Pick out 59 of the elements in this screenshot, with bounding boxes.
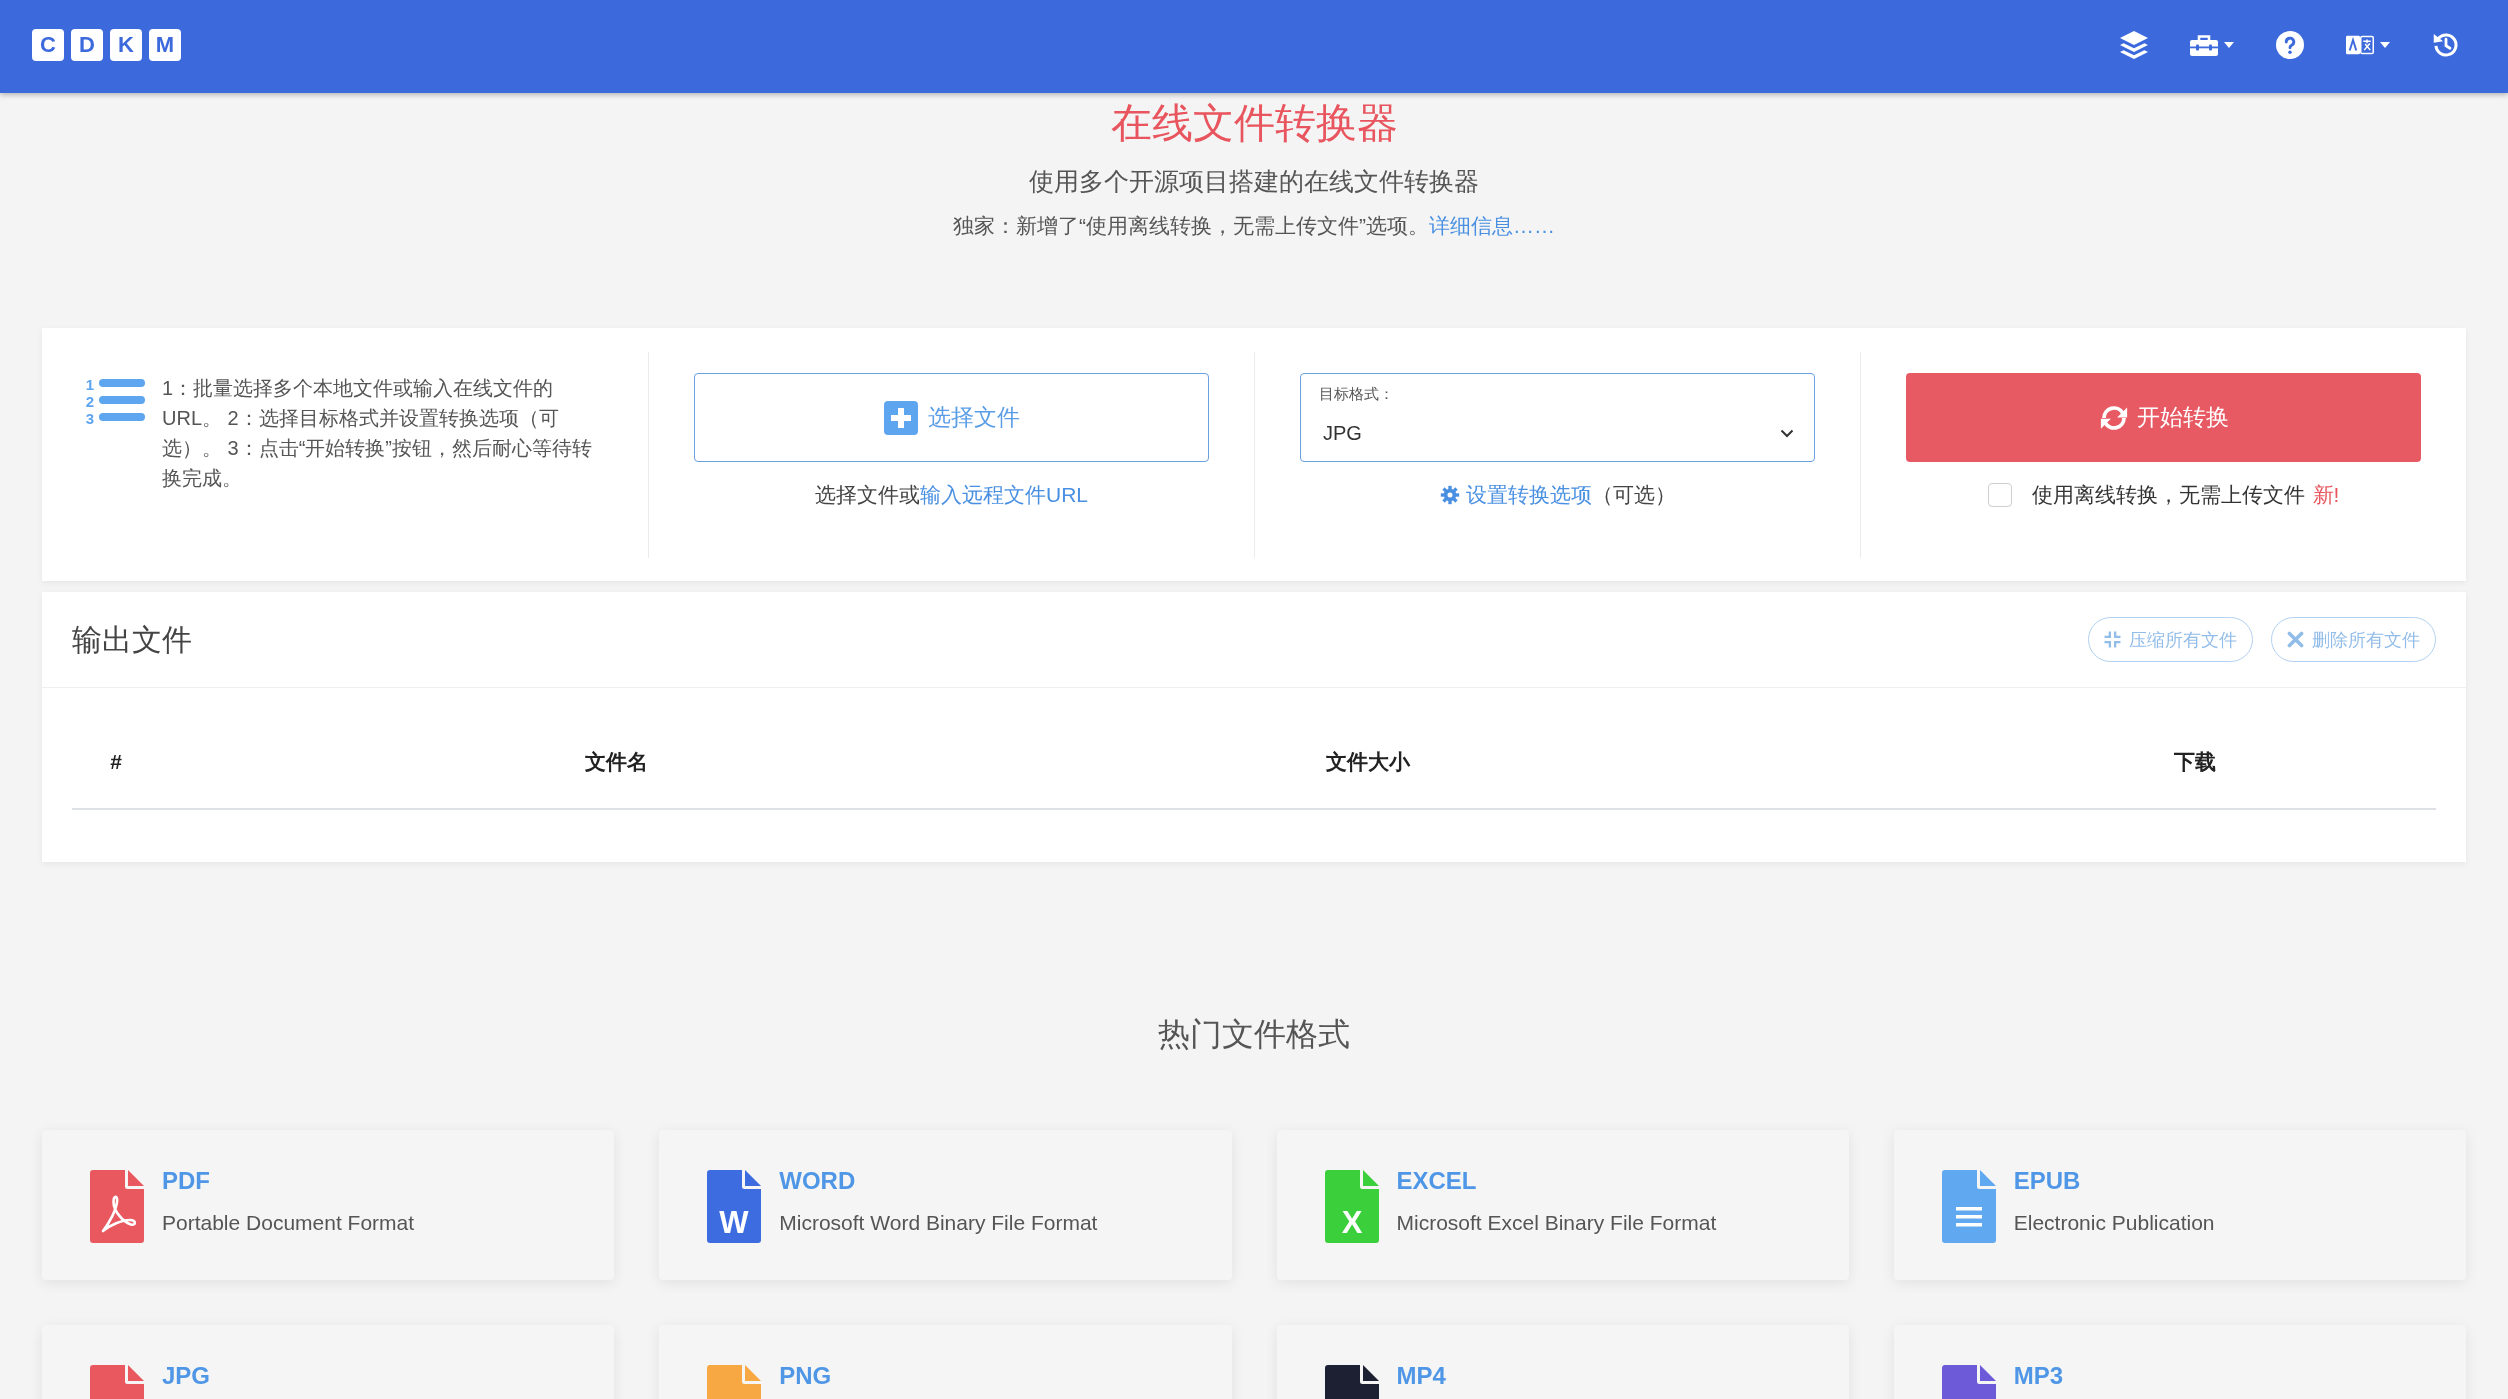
format-card[interactable]: PNG [659, 1325, 1232, 1399]
remote-url-link[interactable]: 输入远程文件URL [920, 483, 1088, 506]
format-name: MP3 [2013, 1361, 2064, 1391]
layers-icon[interactable] [2120, 30, 2148, 59]
column-header: 文件名 [584, 749, 648, 775]
section-title: 热门文件格式 [1158, 1015, 1350, 1054]
logo-letter: C [32, 28, 64, 61]
format-name: WORD [779, 1166, 856, 1196]
language-icon[interactable] [2346, 33, 2374, 56]
format-description: Electronic Publication [2013, 1210, 2215, 1236]
gear-icon [1439, 485, 1460, 505]
file-hint-text: 选择文件或输入远程文件URL [815, 482, 1088, 508]
column-header: 文件大小 [1326, 749, 1410, 775]
caret-icon[interactable] [2380, 41, 2390, 48]
options-link[interactable]: 设置转换选项 [1439, 480, 1592, 510]
format-name: PDF [162, 1166, 210, 1196]
new-label: 新! [2312, 482, 2340, 508]
format-card[interactable]: EPUB Electronic Publication [1893, 1130, 2466, 1280]
plus-icon [883, 400, 918, 435]
compress-icon [2104, 631, 2121, 648]
format-name: PNG [779, 1361, 832, 1391]
column-header: 下载 [2174, 749, 2216, 775]
format-card[interactable]: PDF Portable Document Format [42, 1130, 615, 1280]
page-title: 在线文件转换器 [1110, 99, 1398, 147]
optional-note: （可选） [1591, 482, 1676, 508]
cross-icon [2287, 631, 2304, 648]
logo-letter: M [149, 28, 181, 61]
choose-file-button[interactable]: 选择文件 [694, 373, 1209, 462]
offline-label: 使用离线转换，无需上传文件 [2031, 482, 2305, 508]
format-name: MP4 [1396, 1361, 1446, 1391]
notice-text: 独家：新增了“使用离线转换，无需上传文件”选项。详细信息…… [953, 213, 1555, 239]
word-file-icon: W [707, 1170, 762, 1243]
help-icon[interactable] [2276, 30, 2304, 59]
format-select[interactable]: 目标格式： JPG [1300, 373, 1815, 462]
start-convert-button[interactable]: 开始转换 [1906, 373, 2421, 462]
format-card[interactable]: X EXCEL Microsoft Excel Binary File Format [1276, 1130, 1849, 1280]
format-card[interactable]: MP3 [1893, 1325, 2466, 1399]
steps-text: 1：批量选择多个本地文件或输入在线文件的URL。 2：选择目标格式并设置转换选项（可选）。 3：点击“开始转换”按钮，然后耐心等待转换完成。 [162, 376, 593, 491]
format-description: Portable Document Format [162, 1210, 415, 1236]
logo-letter: K [110, 28, 142, 61]
format-description: Microsoft Word Binary File Format [779, 1210, 1098, 1236]
format-name: EXCEL [1396, 1166, 1477, 1196]
toolbox-icon[interactable] [2190, 33, 2218, 56]
details-link[interactable]: 详细信息…… [1429, 214, 1555, 237]
chevron-icon[interactable] [1780, 428, 1794, 438]
page-subtitle: 使用多个开源项目搭建的在线文件转换器 [1029, 166, 1479, 197]
column-header: # [110, 750, 122, 774]
offline-checkbox[interactable] [1987, 483, 2012, 507]
logo-letter: D [71, 28, 103, 61]
history-icon[interactable] [2432, 30, 2460, 59]
output-title: 输出文件 [72, 621, 192, 658]
excel-file-icon: X [1324, 1170, 1379, 1243]
format-name: JPG [162, 1361, 211, 1391]
format-card[interactable]: JPG [42, 1325, 615, 1399]
format-card[interactable]: MP4 [1276, 1325, 1849, 1399]
format-description: Microsoft Excel Binary File Format [1396, 1210, 1717, 1236]
format-card[interactable]: W WORD Microsoft Word Binary File Format [659, 1130, 1232, 1280]
caret-icon[interactable] [2224, 41, 2234, 48]
format-name: EPUB [2013, 1166, 2081, 1196]
